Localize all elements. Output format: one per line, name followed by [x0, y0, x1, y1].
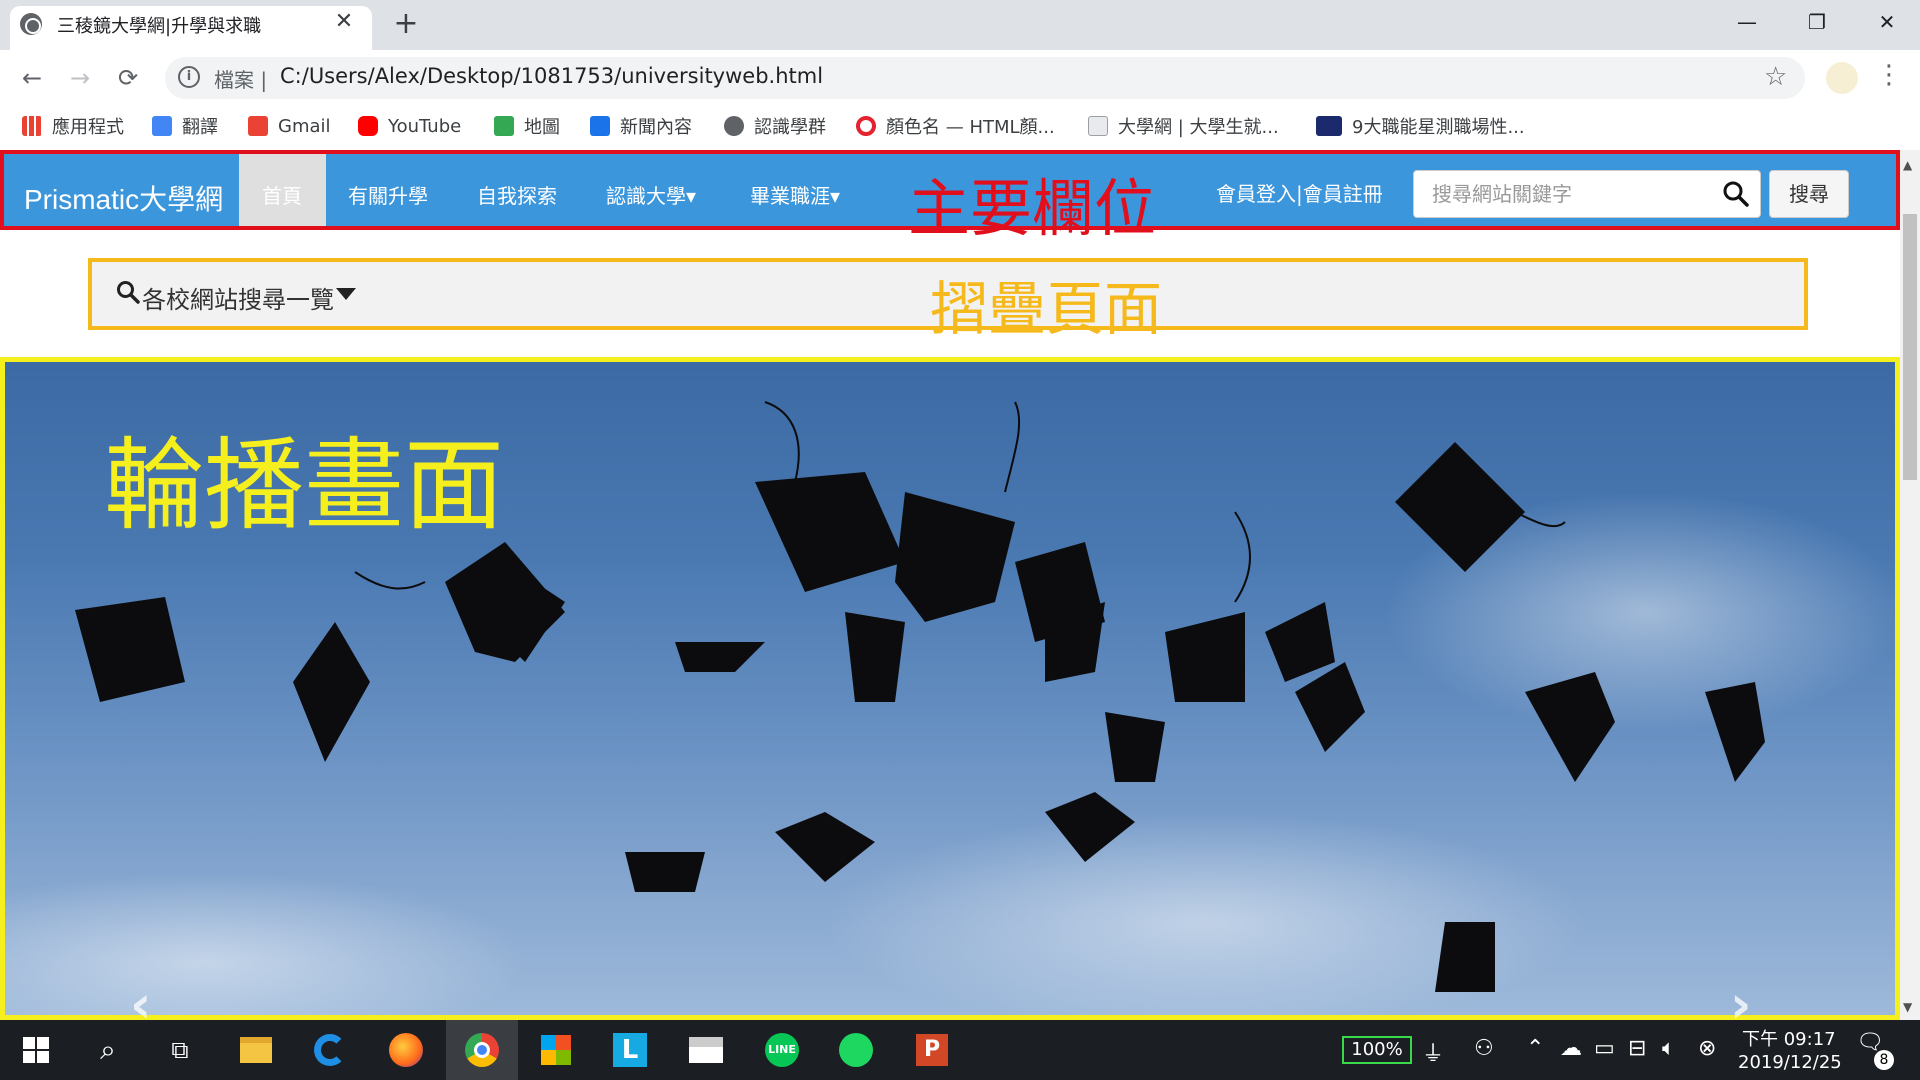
edge-icon[interactable] — [294, 1020, 366, 1080]
collapse-annotation-label: 摺疊頁面 — [930, 277, 1163, 342]
forward-icon[interactable]: → — [62, 60, 98, 96]
youtube-icon — [358, 116, 378, 136]
bookmark-university[interactable]: 大學網 | 大學生就... — [1088, 112, 1279, 140]
apps-grid-icon — [22, 116, 42, 136]
bookmark-star-icon[interactable]: ☆ — [1764, 62, 1787, 92]
line-app-icon[interactable]: LINE — [746, 1020, 818, 1080]
scroll-down-icon[interactable]: ▼ — [1903, 1000, 1912, 1014]
battery-indicator[interactable]: 100% — [1342, 1036, 1412, 1064]
notification-count-badge: 8 — [1874, 1050, 1894, 1070]
bookmark-groups[interactable]: 認識學群 — [724, 112, 826, 140]
back-icon[interactable]: ← — [14, 60, 50, 96]
nav-self-explore[interactable]: 自我探索 — [477, 180, 557, 209]
volume-icon[interactable]: 🔈︎ — [1662, 1036, 1675, 1061]
nav-universities-dropdown[interactable]: 認識大學▾ — [606, 180, 696, 209]
bookmark-career[interactable]: 9大職能星測職場性... — [1316, 112, 1525, 140]
bookmark-translate[interactable]: 翻譯 — [152, 112, 218, 140]
bookmark-maps[interactable]: 地圖 — [494, 112, 560, 140]
news-icon — [590, 116, 610, 136]
close-tab-icon[interactable]: ✕ — [330, 8, 358, 36]
onedrive-icon[interactable]: ☁ — [1560, 1036, 1582, 1061]
chevron-up-icon[interactable]: ⌃ — [1526, 1036, 1544, 1061]
kebab-menu-icon[interactable]: ⋮ — [1876, 60, 1902, 90]
minimize-button[interactable]: — — [1712, 0, 1782, 44]
maps-icon — [494, 116, 514, 136]
restore-button[interactable]: ❐ — [1782, 0, 1852, 44]
main-annotation-label: 主要欄位 — [908, 176, 1157, 244]
error-icon[interactable]: ⊗ — [1698, 1036, 1716, 1061]
translate-icon — [152, 116, 172, 136]
mail-icon[interactable] — [670, 1020, 742, 1080]
battery-icon[interactable]: ▭ — [1594, 1036, 1615, 1061]
gv-logo-icon — [1316, 116, 1342, 136]
collapse-toggle-text[interactable]: 各校網站搜尋一覽 — [142, 280, 334, 315]
nav-career-dropdown[interactable]: 畢業職涯▾ — [750, 180, 840, 209]
member-login-register[interactable]: 會員登入|會員註冊 — [1216, 178, 1383, 207]
profile-avatar[interactable] — [1826, 62, 1858, 94]
store-icon[interactable] — [520, 1020, 592, 1080]
globe-icon — [20, 13, 42, 35]
bookmark-colors[interactable]: 顏色名 — HTML顏... — [856, 112, 1055, 140]
nav-home-label[interactable]: 首頁 — [262, 180, 302, 209]
search-icon[interactable]: ⌕ — [72, 1020, 144, 1080]
url-text[interactable]: C:/Users/Alex/Desktop/1081753/university… — [280, 64, 823, 88]
new-tab-button[interactable]: + — [390, 8, 422, 40]
scrollbar-thumb[interactable] — [1903, 214, 1917, 480]
carousel-annotation-label: 輪播畫面 — [104, 431, 504, 542]
bookmark-apps[interactable]: 應用程式 — [22, 112, 124, 140]
search-button[interactable]: 搜尋 — [1769, 170, 1849, 218]
l-app-icon[interactable]: L — [594, 1020, 666, 1080]
chrome-icon[interactable] — [446, 1020, 518, 1080]
network-icon[interactable]: ⊟ — [1628, 1036, 1646, 1061]
bookmark-gmail[interactable]: Gmail — [248, 112, 331, 140]
nav-admission[interactable]: 有關升學 — [348, 180, 428, 209]
scroll-up-icon[interactable]: ▲ — [1903, 158, 1912, 172]
clock-time[interactable]: 下午 09:17 — [1742, 1025, 1836, 1051]
clock-date[interactable]: 2019/12/25 — [1738, 1052, 1842, 1073]
bookmark-youtube[interactable]: YouTube — [358, 112, 461, 140]
tab-title: 三稜鏡大學網|升學與求職 — [57, 16, 262, 37]
window-close-button[interactable]: ✕ — [1852, 0, 1920, 44]
brand-logo[interactable]: Prismatic大學網 — [24, 178, 223, 218]
globe-icon — [724, 116, 744, 136]
windows-start-icon[interactable] — [0, 1020, 72, 1080]
firefox-icon[interactable] — [370, 1020, 442, 1080]
spotify-icon[interactable] — [820, 1020, 892, 1080]
search-icon[interactable] — [1722, 180, 1750, 208]
powerpoint-icon[interactable]: P — [896, 1020, 968, 1080]
info-icon[interactable]: i — [178, 66, 200, 88]
bookmark-news[interactable]: 新聞內容 — [590, 112, 692, 140]
document-icon — [1088, 116, 1108, 136]
power-plug-icon[interactable]: ⏚ — [1422, 1036, 1444, 1068]
reload-icon[interactable]: ⟳ — [110, 60, 146, 96]
task-view-icon[interactable]: ⧉ — [144, 1020, 216, 1080]
search-icon — [117, 281, 140, 304]
caret-down-icon[interactable] — [336, 288, 356, 300]
opera-icon — [856, 116, 876, 136]
people-icon[interactable]: ⚇ — [1474, 1036, 1494, 1061]
url-prefix: 檔案 | — [214, 68, 268, 92]
gmail-icon — [248, 116, 268, 136]
file-explorer-icon[interactable] — [220, 1020, 292, 1080]
site-search-input[interactable] — [1413, 170, 1761, 218]
